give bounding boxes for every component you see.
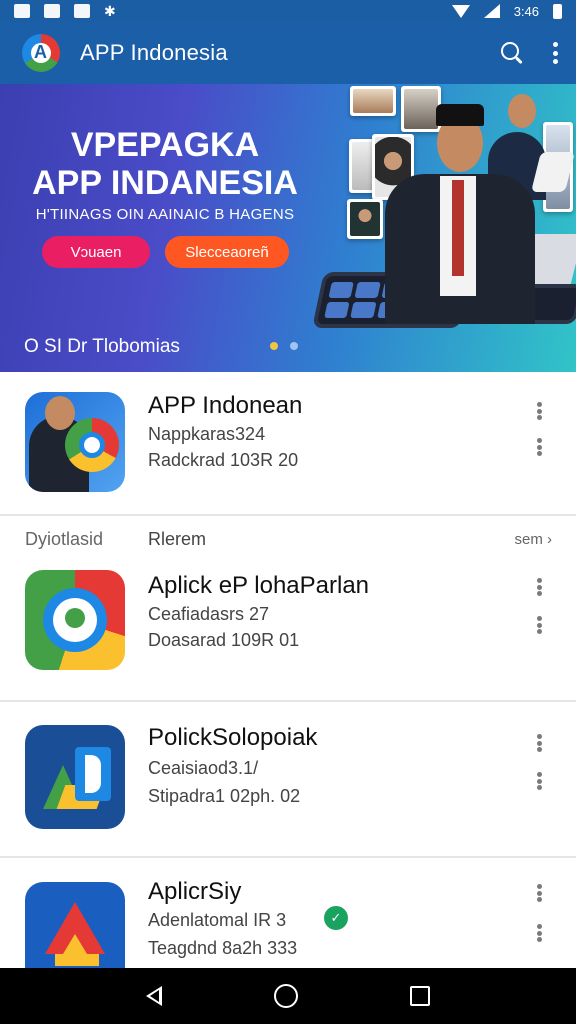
status-bar: ✱ 3:46 [0, 0, 576, 22]
list-item[interactable]: PolickSolopoiak Ceaisiaod3.1/ Stipadra1 … [0, 702, 576, 856]
app-name: APP Indonean [148, 392, 303, 419]
app-icon [25, 392, 125, 492]
app-meta-line: Teagdnd 8a2h 333 [148, 938, 298, 958]
overflow-menu-icon[interactable] [552, 42, 558, 64]
banner-secondary-button[interactable]: Slecceaoreñ [165, 236, 289, 268]
app-meta-line: Ceaisiaod3.1/ [148, 758, 259, 778]
wifi-icon [451, 4, 470, 18]
verified-badge-icon: ✓ [324, 906, 348, 930]
system-nav-bar [0, 968, 576, 1024]
photo-thumbnail [347, 199, 383, 239]
more-options-icon[interactable] [536, 884, 542, 902]
app-name: PolickSolopoiak [148, 724, 318, 751]
app-bar: A APP Indonesia [0, 22, 576, 84]
app-meta-line: Radckrad 103R 20 [148, 450, 299, 470]
notification-icon [14, 4, 30, 18]
person-illustration [452, 180, 464, 276]
back-icon[interactable] [146, 986, 162, 1006]
more-options-icon[interactable] [536, 402, 542, 420]
list-item[interactable]: Aplick eP lohaParlan Ceafiadasrs 27 Doas… [0, 564, 576, 700]
app-name: AplicrSiy [148, 878, 242, 905]
page-dot-active [270, 342, 278, 350]
more-options-icon[interactable] [536, 616, 542, 634]
home-icon[interactable] [274, 984, 298, 1008]
more-options-icon[interactable] [536, 578, 542, 596]
app-meta-line: Doasarad 109R 01 [148, 630, 300, 650]
more-options-icon[interactable] [536, 924, 542, 942]
person-illustration [508, 94, 536, 128]
more-options-icon[interactable] [536, 772, 542, 790]
person-illustration [436, 104, 484, 126]
mail-icon [74, 4, 90, 18]
system-icons: 3:46 [451, 3, 562, 19]
search-icon[interactable] [500, 41, 524, 65]
page-dot[interactable] [290, 342, 298, 350]
banner-tagline: H'TIINAGS OIN AAINAIC B HAGENS [35, 206, 295, 223]
signal-icon [483, 4, 500, 18]
photo-thumbnail [401, 86, 441, 132]
chevron-right-icon: › [547, 531, 552, 548]
promo-banner[interactable]: VPEPAGKA APP INDANESIA H'TIINAGS OIN AAI… [0, 84, 576, 372]
app-icon [25, 882, 125, 982]
clock: 3:46 [513, 3, 539, 19]
recents-icon[interactable] [410, 986, 430, 1006]
app-name: Aplick eP lohaParlan [148, 572, 370, 599]
app-meta-line: Stipadra1 02ph. 02 [148, 786, 301, 806]
app-meta-line: Adenlatomal IR 3 [148, 910, 287, 930]
app-title: APP Indonesia [80, 40, 228, 65]
list-item[interactable]: AplicrSiy Adenlatomal IR 3 Teagdnd 8a2h … [0, 858, 576, 982]
see-more-link[interactable]: sem › [514, 531, 552, 548]
more-options-icon[interactable] [536, 734, 542, 752]
notification-icon [44, 4, 60, 18]
app-logo-icon: A [22, 34, 60, 72]
section-header: Dyiotlasid Rlerem sem › [0, 515, 576, 563]
notification-icons: ✱ [14, 4, 116, 18]
list-item[interactable]: APP Indonean Nappkaras324 Radckrad 103R … [0, 372, 576, 514]
banner-page-indicator [270, 342, 298, 350]
section-title: Rlerem [148, 529, 207, 549]
banner-headline: VPEPAGKA APP INDANESIA [32, 126, 298, 202]
photo-thumbnail [350, 86, 396, 116]
app-meta-line: Nappkaras324 [148, 424, 266, 444]
app-icon [25, 725, 125, 829]
settings-notification-icon: ✱ [104, 3, 116, 19]
more-options-icon[interactable] [536, 438, 542, 456]
app-meta-line: Ceafiadasrs 27 [148, 604, 270, 624]
app-icon [25, 570, 125, 670]
banner-caption: O SI Dr Tlobomias [24, 336, 180, 357]
section-label[interactable]: Dyiotlasid [25, 529, 103, 550]
battery-icon [553, 3, 562, 19]
banner-primary-button[interactable]: Vɔuaen [42, 236, 150, 268]
